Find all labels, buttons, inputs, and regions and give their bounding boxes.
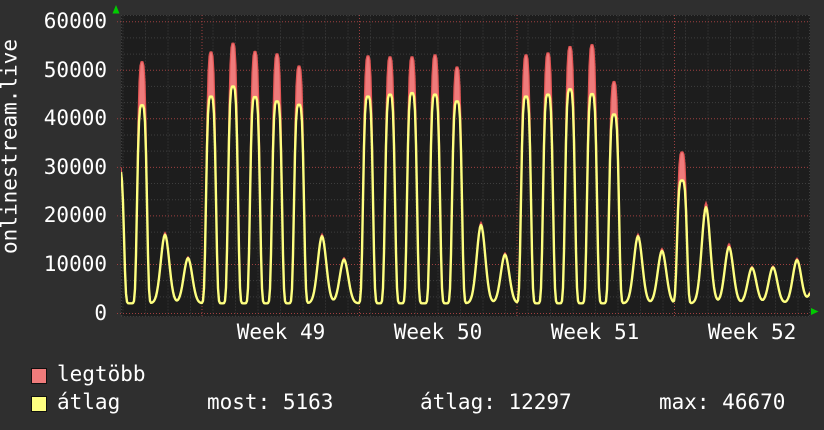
week-label: Week 51 bbox=[550, 320, 640, 344]
legend-swatch-avg bbox=[31, 396, 47, 412]
legend-label-avg: átlag bbox=[57, 390, 121, 414]
stat-max-label: max: bbox=[659, 390, 710, 414]
week-label: Week 50 bbox=[393, 320, 483, 344]
stat-atlag-value: 12297 bbox=[508, 390, 572, 414]
ytick-label: 0 bbox=[94, 300, 107, 325]
ytick-label: 30000 bbox=[43, 154, 107, 179]
legend-label-max: legtöbb bbox=[57, 362, 146, 386]
stat-max-value: 46670 bbox=[722, 390, 786, 414]
legend-swatch-max bbox=[31, 368, 47, 384]
ytick-label: 10000 bbox=[43, 251, 107, 276]
stat-most: most: 5163 bbox=[207, 392, 333, 413]
stat-max: max: 46670 bbox=[659, 392, 785, 413]
y-axis-arrow-icon bbox=[112, 5, 120, 14]
ytick-label: 60000 bbox=[43, 9, 107, 34]
stat-most-value: 5163 bbox=[282, 390, 334, 414]
x-axis-arrow-icon bbox=[811, 308, 819, 315]
ytick-label: 40000 bbox=[43, 106, 107, 131]
stat-atlag-label: átlag: bbox=[420, 390, 496, 414]
week-label: Week 52 bbox=[707, 320, 797, 344]
week-label: Week 49 bbox=[236, 320, 326, 344]
rrd-graph-screenshot: onlinestream.live 0 10000 20000 30000 40000 5… bbox=[0, 0, 824, 430]
ytick-label: 20000 bbox=[43, 203, 107, 228]
stat-most-label: most: bbox=[207, 390, 271, 414]
plot-area bbox=[121, 15, 810, 317]
stat-atlag: átlag: 12297 bbox=[420, 392, 572, 413]
ytick-label: 50000 bbox=[43, 57, 107, 82]
